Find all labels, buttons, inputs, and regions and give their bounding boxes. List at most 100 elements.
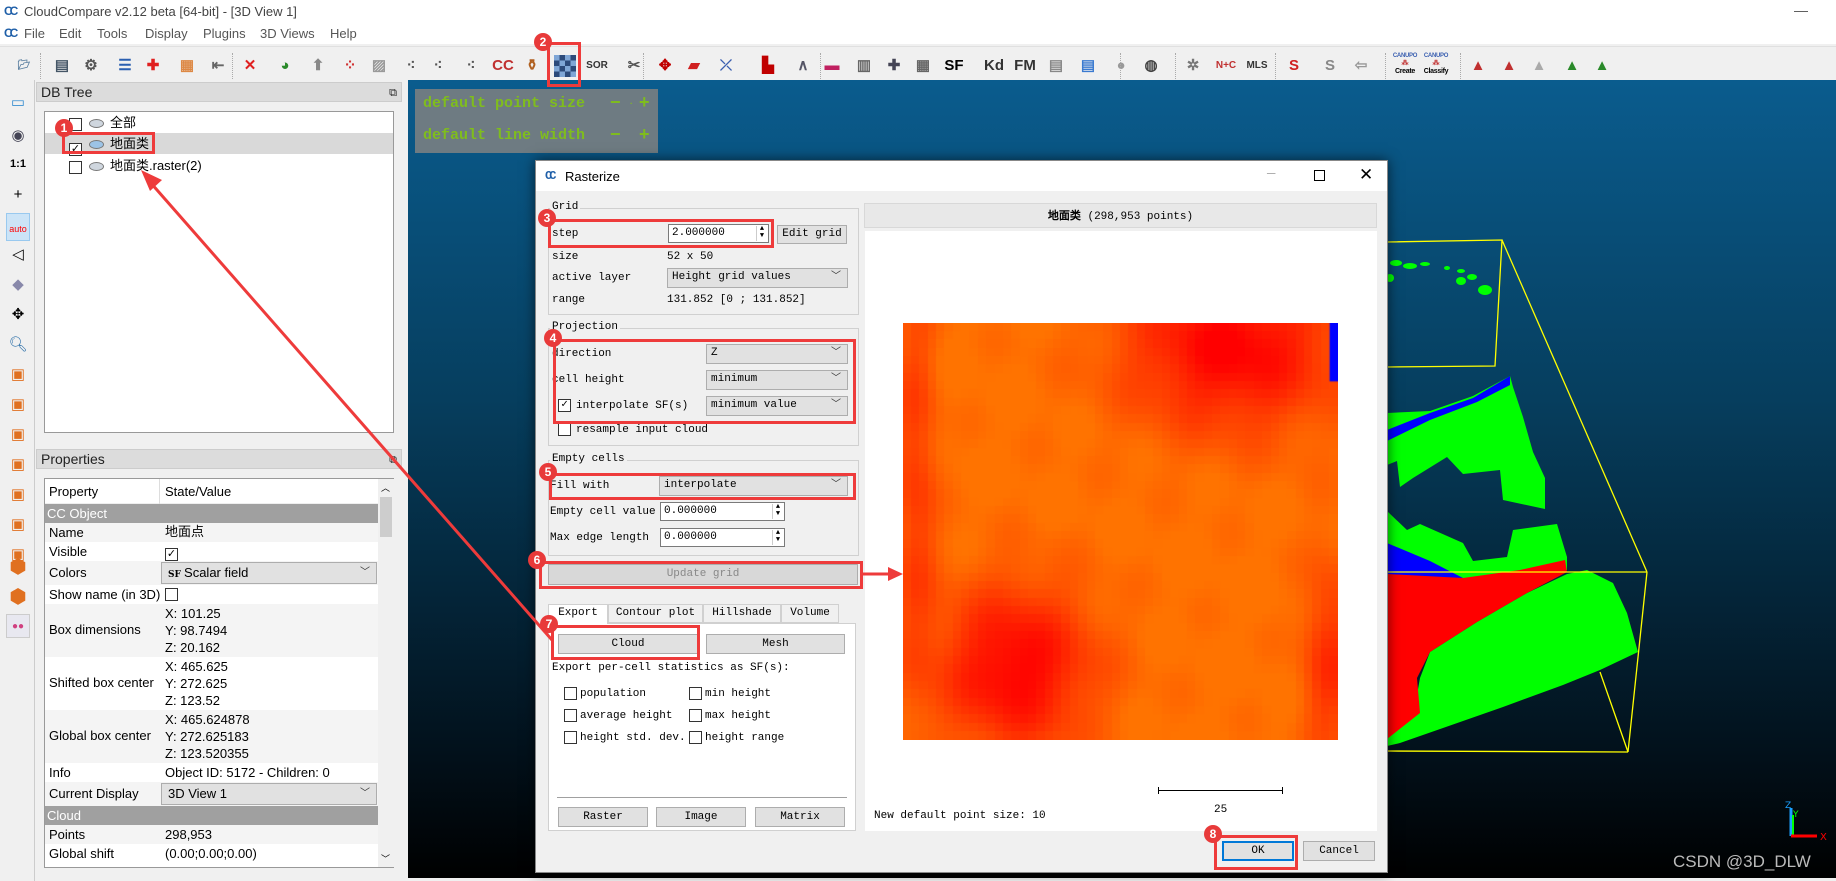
stats-icon[interactable]: ∧ — [792, 55, 814, 77]
export-raster-button[interactable]: Raster — [558, 807, 648, 827]
prop-value[interactable]: 地面点 — [165, 523, 204, 540]
minmax-icon[interactable]: ▬ — [821, 55, 843, 77]
translate-icon[interactable]: ✥ — [654, 55, 676, 77]
cc-icon[interactable]: CC — [492, 55, 514, 77]
view-back-icon[interactable]: ▣ — [6, 453, 30, 477]
zoom-1-1-icon[interactable]: 1:1 — [6, 152, 30, 176]
back-iso-icon[interactable]: ⬢ — [6, 585, 30, 609]
colors-select[interactable]: SF Scalar field ﹀ — [161, 562, 377, 584]
minimize-button[interactable]: — — [1794, 2, 1808, 18]
menu-file[interactable]: File — [24, 26, 45, 41]
max-height-checkbox[interactable] — [689, 709, 702, 722]
visible-checkbox[interactable]: ✓ — [165, 548, 178, 561]
edit-grid-button[interactable]: Edit grid — [777, 225, 847, 244]
list-icon[interactable]: ☰ — [114, 55, 136, 77]
canupo-classify-icon[interactable]: CANUPO ⁂ Classify — [1421, 53, 1451, 79]
sf-icon[interactable]: SF — [943, 55, 965, 77]
open-icon[interactable]: 📂︎ — [13, 55, 35, 77]
float-icon[interactable]: ⧉ — [389, 451, 397, 469]
tree-item[interactable]: 全部 — [45, 112, 393, 133]
csv-icon[interactable]: ▤ — [1077, 55, 1099, 77]
empty-cell-value-input[interactable]: 0.000000 ▲ ▼ — [660, 502, 785, 521]
sor-icon[interactable]: SOR — [586, 55, 608, 77]
current-display-select[interactable]: 3D View 1 ﹀ — [161, 783, 377, 805]
scrollbar[interactable]: ︿ ﹀ — [378, 479, 394, 867]
tab-contour-plot[interactable]: Contour plot — [608, 604, 703, 623]
stereo-icon[interactable]: ●● — [6, 614, 30, 638]
camera-icon[interactable]: ◉ — [6, 124, 30, 148]
view-front-icon[interactable]: ▣ — [6, 393, 30, 417]
bottle-icon[interactable]: ⚱︎ — [521, 55, 543, 77]
clone-icon[interactable]: ✚ — [142, 55, 164, 77]
height-range-checkbox[interactable] — [689, 731, 702, 744]
canupo-create-icon[interactable]: CANUPO ⁂ Create — [1390, 53, 1420, 79]
population-checkbox[interactable] — [564, 687, 577, 700]
menu-help[interactable]: Help — [330, 26, 357, 41]
move-icon[interactable]: ✥ — [6, 303, 30, 327]
point-size-increase-button[interactable]: + — [639, 92, 650, 113]
rgb-icon[interactable]: ▲ — [1467, 55, 1489, 77]
trace-icon[interactable]: S — [1319, 55, 1341, 77]
dialog-minimize-button[interactable]: — — [1267, 166, 1275, 182]
view-top-icon[interactable]: ▣ — [6, 363, 30, 387]
auto-pivot-icon[interactable]: auto — [6, 213, 30, 241]
curve-icon[interactable]: S — [1283, 55, 1305, 77]
puzzle-icon[interactable]: ✲ — [1182, 55, 1204, 77]
gray-icon[interactable]: ▲ — [1528, 55, 1550, 77]
float-icon[interactable]: ⧉ — [389, 84, 397, 102]
kd-icon[interactable]: Kd — [983, 55, 1005, 77]
histogram-icon[interactable]: ▙ — [757, 55, 779, 77]
hsv-icon[interactable]: ▲ — [1498, 55, 1520, 77]
segment-icon[interactable]: ◕ — [274, 55, 296, 77]
view-right-icon[interactable]: ▣ — [6, 483, 30, 507]
line-width-decrease-button[interactable]: − — [610, 124, 621, 145]
spinner-icon[interactable]: ▲ ▼ — [772, 530, 783, 545]
fm-icon[interactable]: FM — [1014, 55, 1036, 77]
calculator-icon[interactable]: ▦ — [912, 55, 934, 77]
showname-checkbox[interactable] — [165, 588, 178, 601]
sphere-icon[interactable]: ● — [1110, 55, 1132, 77]
line-width-increase-button[interactable]: + — [639, 124, 650, 145]
resample-checkbox[interactable] — [558, 423, 571, 436]
settings-icon[interactable]: ⚙︎ — [80, 55, 102, 77]
normals-icon[interactable]: N+C — [1215, 55, 1237, 77]
save-icon[interactable]: ▤ — [51, 55, 73, 77]
point-size-decrease-button[interactable]: − — [610, 92, 621, 113]
dialog-maximize-button[interactable] — [1314, 170, 1325, 181]
color-icon[interactable]: ▦ — [176, 55, 198, 77]
plus-icon[interactable]: ✚ — [883, 55, 905, 77]
pivot-icon[interactable]: + — [6, 183, 30, 207]
detach-icon[interactable]: ⇤ — [207, 55, 229, 77]
export-icon[interactable]: ⇦ — [1350, 55, 1372, 77]
min-height-checkbox[interactable] — [689, 687, 702, 700]
points3-icon[interactable]: ⁖ — [460, 55, 482, 77]
mesh-icon[interactable]: ▨ — [368, 55, 390, 77]
height-std-dev-checkbox[interactable] — [564, 731, 577, 744]
cancel-button[interactable]: Cancel — [1303, 841, 1375, 861]
points2-icon[interactable]: ⁖ — [427, 55, 449, 77]
zoom-icon[interactable]: 🔍︎ — [6, 333, 30, 357]
light-icon[interactable]: ◆ — [6, 273, 30, 297]
scissors-icon[interactable]: ✂︎ — [623, 55, 645, 77]
sample-icon[interactable]: ⁘ — [339, 55, 361, 77]
export-mesh-button[interactable]: Mesh — [706, 634, 845, 654]
mls-icon[interactable]: MLS — [1246, 55, 1268, 77]
tab-hillshade[interactable]: Hillshade — [703, 604, 781, 623]
shp-icon[interactable]: ▤ — [1045, 55, 1067, 77]
menu-3d-views[interactable]: 3D Views — [260, 26, 315, 41]
export-matrix-button[interactable]: Matrix — [755, 807, 845, 827]
delete-icon[interactable]: ✕ — [239, 55, 261, 77]
menu-edit[interactable]: Edit — [59, 26, 81, 41]
export-image-button[interactable]: Image — [656, 807, 746, 827]
k-icon[interactable]: ▲ — [1591, 55, 1613, 77]
menu-plugins[interactable]: Plugins — [203, 26, 246, 41]
menu-tools[interactable]: Tools — [97, 26, 127, 41]
perspective-icon[interactable]: ◁ — [6, 243, 30, 267]
points-icon[interactable]: ⁖ — [400, 55, 422, 77]
plane-icon[interactable]: ▰ — [683, 55, 705, 77]
tree-item[interactable]: 地面类.raster(2) — [45, 155, 393, 176]
active-layer-select[interactable]: Height grid values ﹀ — [667, 268, 848, 288]
trash-icon[interactable]: ▥ — [853, 55, 875, 77]
bust-icon[interactable]: ⬆ — [307, 55, 329, 77]
average-height-checkbox[interactable] — [564, 709, 577, 722]
